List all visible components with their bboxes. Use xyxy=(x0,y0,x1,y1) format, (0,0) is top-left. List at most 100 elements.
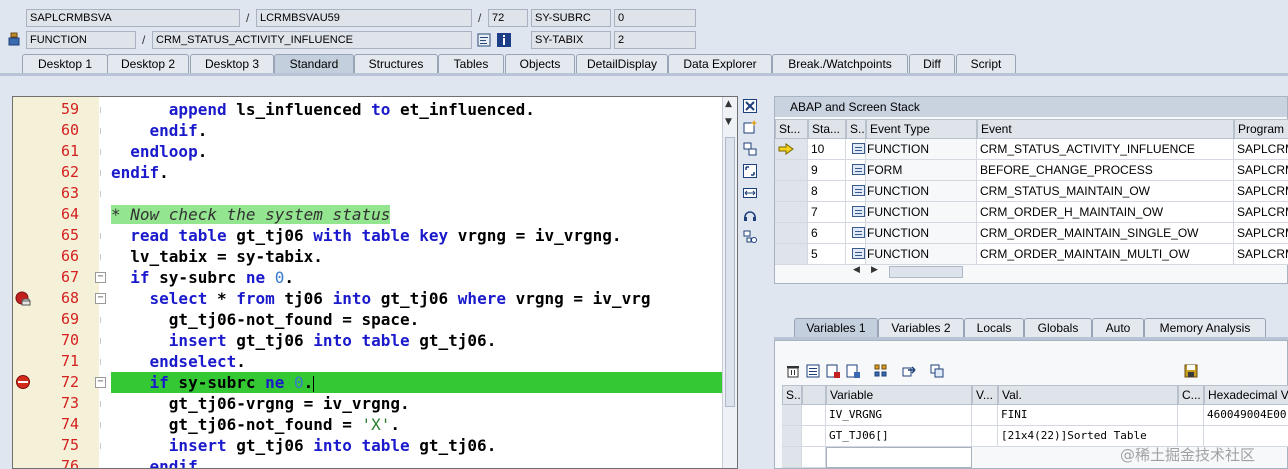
code-line[interactable]: 70 insert gt_tj06 into table gt_tj06. xyxy=(13,330,723,351)
tab-globals[interactable]: Globals xyxy=(1024,318,1092,338)
status-cell[interactable] xyxy=(802,447,826,468)
row-selector[interactable] xyxy=(782,426,802,447)
scrollbar-thumb[interactable] xyxy=(725,137,735,407)
code-line[interactable]: 67 − if sy-subrc ne 0. xyxy=(13,267,723,288)
tab-tables[interactable]: Tables xyxy=(438,54,504,74)
scroll-up-icon[interactable]: ▲ xyxy=(725,99,732,109)
include-field[interactable]: LCRMBSVAU59 xyxy=(256,9,472,27)
new-tool-icon[interactable] xyxy=(742,119,758,135)
col-header-c[interactable]: C... xyxy=(1178,385,1204,405)
event-name-field[interactable]: CRM_STATUS_ACTIVITY_INFLUENCE xyxy=(152,31,472,49)
program-cell[interactable]: SAPLCRM_ xyxy=(1234,160,1288,181)
stack-row-marker[interactable] xyxy=(775,202,808,223)
tree-icon[interactable] xyxy=(873,363,889,379)
code-line[interactable]: 76 endif. xyxy=(13,456,723,468)
stack-level-cell[interactable]: 9 xyxy=(808,160,846,181)
tab-break-watchpoints[interactable]: Break./Watchpoints xyxy=(772,54,908,74)
variable-v-cell[interactable] xyxy=(972,426,998,447)
row-selector[interactable] xyxy=(782,405,802,426)
tab-variables-2[interactable]: Variables 2 xyxy=(878,318,964,338)
tab-memory-analysis[interactable]: Memory Analysis xyxy=(1144,318,1266,338)
tab-auto[interactable]: Auto xyxy=(1092,318,1144,338)
col-header-s[interactable] xyxy=(802,385,826,405)
stack-level-cell[interactable]: 8 xyxy=(808,181,846,202)
new-variable-input[interactable] xyxy=(826,447,972,468)
code-line[interactable]: 64 * Now check the system status xyxy=(13,204,723,225)
stack-row-marker[interactable] xyxy=(775,223,808,244)
code-line[interactable]: 66 lv_tabix = sy-tabix. xyxy=(13,246,723,267)
variable-name-cell[interactable]: IV_VRGNG xyxy=(826,405,972,426)
stack-level-cell[interactable]: 10 xyxy=(808,139,846,160)
breakpoint-icon[interactable] xyxy=(15,374,31,390)
stack-level-cell[interactable]: 7 xyxy=(808,202,846,223)
resize-icon[interactable] xyxy=(742,185,758,201)
code-line[interactable]: 68 − select * from tj06 into gt_tj06 whe… xyxy=(13,288,723,309)
tab-detail-display[interactable]: DetailDisplay xyxy=(576,54,668,74)
variable-name-cell[interactable]: GT_TJ06[] xyxy=(826,426,972,447)
tab-data-explorer[interactable]: Data Explorer xyxy=(668,54,772,74)
code-line[interactable]: 69 gt_tj06-not_found = space. xyxy=(13,309,723,330)
col-header-variable[interactable]: Variable xyxy=(826,385,972,405)
stack-row-marker[interactable] xyxy=(775,160,808,181)
fold-toggle[interactable]: − xyxy=(95,272,106,283)
event-type-cell[interactable]: FORM xyxy=(849,160,977,181)
code-line[interactable]: 62 endif. xyxy=(13,162,723,183)
program-field[interactable]: SAPLCRMBSVA xyxy=(26,9,240,27)
program-cell[interactable]: SAPLCRM_ xyxy=(1234,181,1288,202)
settings-tool-icon[interactable] xyxy=(742,229,758,245)
event-cell[interactable]: CRM_STATUS_MAINTAIN_OW xyxy=(977,181,1234,202)
scroll-down-icon[interactable]: ▼ xyxy=(725,117,732,127)
event-type-cell[interactable]: FUNCTION xyxy=(849,244,977,265)
stack-level-cell[interactable]: 6 xyxy=(808,223,846,244)
navigate-icon[interactable] xyxy=(901,363,917,379)
col-header-status[interactable]: S... xyxy=(782,385,802,405)
col-header-status[interactable]: St... xyxy=(775,119,808,139)
col-header-s[interactable]: S... xyxy=(846,119,866,139)
tab-desktop-3[interactable]: Desktop 3 xyxy=(190,54,274,74)
info-icon[interactable] xyxy=(496,32,512,48)
source-code-icon[interactable] xyxy=(476,32,492,48)
event-type-cell[interactable]: FUNCTION xyxy=(849,223,977,244)
maximize-icon[interactable] xyxy=(742,163,758,179)
program-cell[interactable]: SAPLCRM_ xyxy=(1234,244,1288,265)
code-line[interactable]: 71 endselect. xyxy=(13,351,723,372)
scroll-right-icon[interactable]: ▶ xyxy=(871,265,878,275)
tab-locals[interactable]: Locals xyxy=(964,318,1024,338)
current-code-line[interactable]: 72 − if sy-subrc ne 0. xyxy=(13,372,723,393)
fold-toggle[interactable]: − xyxy=(95,377,106,388)
copy-icon[interactable] xyxy=(929,363,945,379)
save-icon[interactable] xyxy=(1183,363,1199,379)
status-cell[interactable] xyxy=(802,405,826,426)
save-variables-icon[interactable] xyxy=(825,363,841,379)
tab-objects[interactable]: Objects xyxy=(505,54,575,74)
tab-desktop-1[interactable]: Desktop 1 xyxy=(22,54,108,74)
horizontal-scrollbar[interactable]: ◀ ▶ xyxy=(853,265,1288,279)
code-line[interactable]: 60 endif. xyxy=(13,120,723,141)
sy-subrc-name-field[interactable]: SY-SUBRC xyxy=(531,9,611,27)
code-line[interactable]: 75 insert gt_tj06 into table gt_tj06. xyxy=(13,435,723,456)
variable-c-cell[interactable] xyxy=(1178,405,1204,426)
event-cell[interactable]: BEFORE_CHANGE_PROCESS xyxy=(977,160,1234,181)
close-icon[interactable] xyxy=(742,98,758,114)
scrollbar-thumb[interactable] xyxy=(889,266,963,278)
sy-subrc-value-field[interactable]: 0 xyxy=(614,9,696,27)
col-header-program[interactable]: Program xyxy=(1234,119,1288,139)
tab-desktop-2[interactable]: Desktop 2 xyxy=(107,54,189,74)
fold-toggle[interactable]: − xyxy=(95,293,106,304)
event-type-cell[interactable]: FUNCTION xyxy=(849,181,977,202)
event-cell[interactable]: CRM_STATUS_ACTIVITY_INFLUENCE xyxy=(977,139,1234,160)
row-selector[interactable] xyxy=(782,447,802,468)
source-code-editor[interactable]: 59 append ls_influenced to et_influenced… xyxy=(12,96,738,469)
event-cell[interactable]: CRM_ORDER_MAINTAIN_MULTI_OW xyxy=(977,244,1234,265)
code-line[interactable]: 61 endloop. xyxy=(13,141,723,162)
current-frame-arrow-icon[interactable] xyxy=(775,139,808,160)
stack-level-cell[interactable]: 5 xyxy=(808,244,846,265)
col-header-hex[interactable]: Hexadecimal Va xyxy=(1204,385,1288,405)
col-header-value[interactable]: Val. xyxy=(998,385,1178,405)
variable-value-cell[interactable]: FINI xyxy=(998,405,1178,426)
tab-structures[interactable]: Structures xyxy=(354,54,438,74)
program-cell[interactable]: SAPLCRM_ xyxy=(1234,223,1288,244)
program-cell[interactable]: SAPLCRM_ xyxy=(1234,202,1288,223)
event-type-cell[interactable]: FUNCTION xyxy=(849,202,977,223)
swap-tool-icon[interactable] xyxy=(742,141,758,157)
